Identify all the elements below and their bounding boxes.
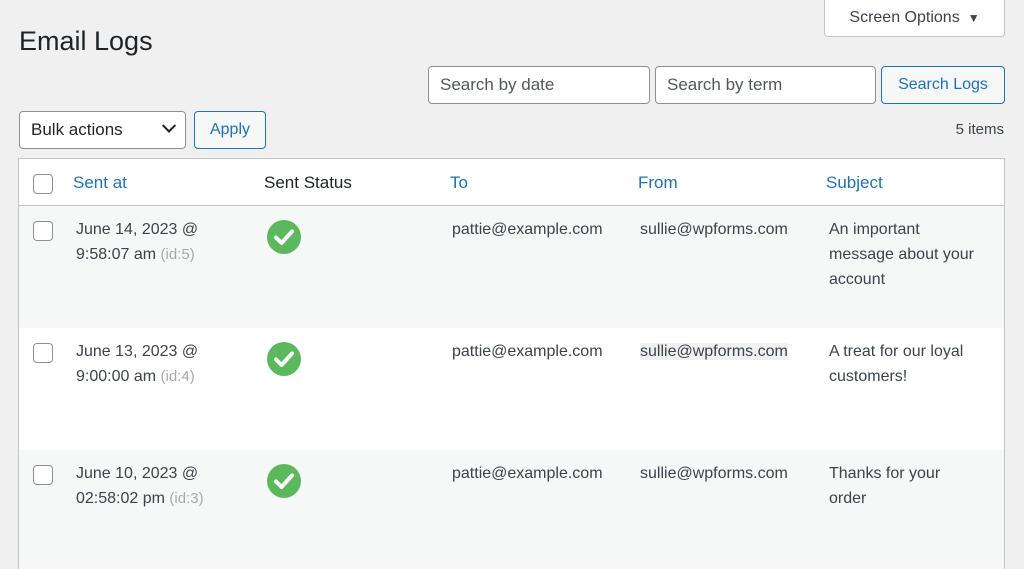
sent-at-date: June 10, 2023 @ xyxy=(76,465,199,482)
select-all-checkbox[interactable] xyxy=(33,174,53,194)
subject-cell: An important message about your account xyxy=(829,217,974,292)
sent-at-time-line: 9:00:00 am (id:4) xyxy=(76,364,198,389)
log-id: (id:5) xyxy=(160,246,195,263)
search-logs-button[interactable]: Search Logs xyxy=(881,66,1005,104)
from-cell: sullie@wpforms.com xyxy=(640,221,788,238)
subject-cell: A treat for our loyal customers! xyxy=(829,339,963,389)
column-from[interactable]: From xyxy=(638,173,678,193)
to-cell: pattie@example.com xyxy=(452,465,603,482)
sent-at-date: June 13, 2023 @ xyxy=(76,343,199,360)
success-check-icon xyxy=(267,464,301,498)
column-subject[interactable]: Subject xyxy=(826,173,883,193)
sent-at-time: 02:58:02 pm xyxy=(76,490,165,507)
bulk-actions-select[interactable]: Bulk actions xyxy=(19,111,186,149)
subject-line: order xyxy=(829,490,867,507)
table-row: June 14, 2023 @ 9:58:07 am (id:5) pattie… xyxy=(19,206,1004,328)
log-id: (id:3) xyxy=(169,490,204,507)
search-date-input[interactable] xyxy=(428,66,650,104)
sent-at-time: 9:00:00 am xyxy=(76,368,157,385)
apply-button[interactable]: Apply xyxy=(194,111,266,149)
from-cell: sullie@wpforms.com xyxy=(640,339,788,364)
row-checkbox[interactable] xyxy=(33,343,53,363)
row-checkbox[interactable] xyxy=(33,221,53,241)
subject-line: account xyxy=(829,271,886,288)
sent-at-time-line: 9:58:07 am (id:5) xyxy=(76,242,198,267)
caret-down-icon: ▼ xyxy=(967,11,980,25)
search-term-input[interactable] xyxy=(655,66,876,104)
screen-options-button[interactable]: Screen Options ▼ xyxy=(824,0,1005,37)
from-cell: sullie@wpforms.com xyxy=(640,465,788,482)
subject-line: An important xyxy=(829,221,920,238)
chevron-down-icon xyxy=(161,118,177,133)
sent-at-time-line: 02:58:02 pm (id:3) xyxy=(76,486,204,511)
sent-at-time: 9:58:07 am xyxy=(76,246,157,263)
subject-line: message about your xyxy=(829,246,974,263)
sent-at-cell: June 10, 2023 @ 02:58:02 pm (id:3) xyxy=(76,461,204,511)
from-value: sullie@wpforms.com xyxy=(640,343,788,360)
subject-line: Thanks for your xyxy=(829,465,941,482)
items-count: 5 items xyxy=(955,121,1004,138)
sent-at-cell: June 13, 2023 @ 9:00:00 am (id:4) xyxy=(76,339,198,389)
subject-line: A treat for our loyal xyxy=(829,343,964,360)
table-header: Sent at Sent Status To From Subject xyxy=(19,159,1004,206)
sent-at-date: June 14, 2023 @ xyxy=(76,221,199,238)
bulk-actions-value: Bulk actions xyxy=(31,120,123,139)
row-checkbox[interactable] xyxy=(33,465,53,485)
email-logs-table: Sent at Sent Status To From Subject June… xyxy=(18,158,1005,569)
success-check-icon xyxy=(267,342,301,376)
screen-options-label: Screen Options xyxy=(849,9,960,26)
to-cell: pattie@example.com xyxy=(452,343,603,360)
sent-at-cell: June 14, 2023 @ 9:58:07 am (id:5) xyxy=(76,217,198,267)
subject-line: customers! xyxy=(829,368,908,385)
success-check-icon xyxy=(267,220,301,254)
to-cell: pattie@example.com xyxy=(452,221,603,238)
subject-cell: Thanks for your order xyxy=(829,461,940,511)
log-id: (id:4) xyxy=(160,368,195,385)
table-row: June 10, 2023 @ 02:58:02 pm (id:3) patti… xyxy=(19,450,1004,569)
column-to[interactable]: To xyxy=(450,173,468,193)
column-sent-at[interactable]: Sent at xyxy=(73,173,127,193)
page-title: Email Logs xyxy=(19,26,153,56)
table-row: June 13, 2023 @ 9:00:00 am (id:4) pattie… xyxy=(19,328,1004,450)
column-sent-status: Sent Status xyxy=(264,173,352,192)
